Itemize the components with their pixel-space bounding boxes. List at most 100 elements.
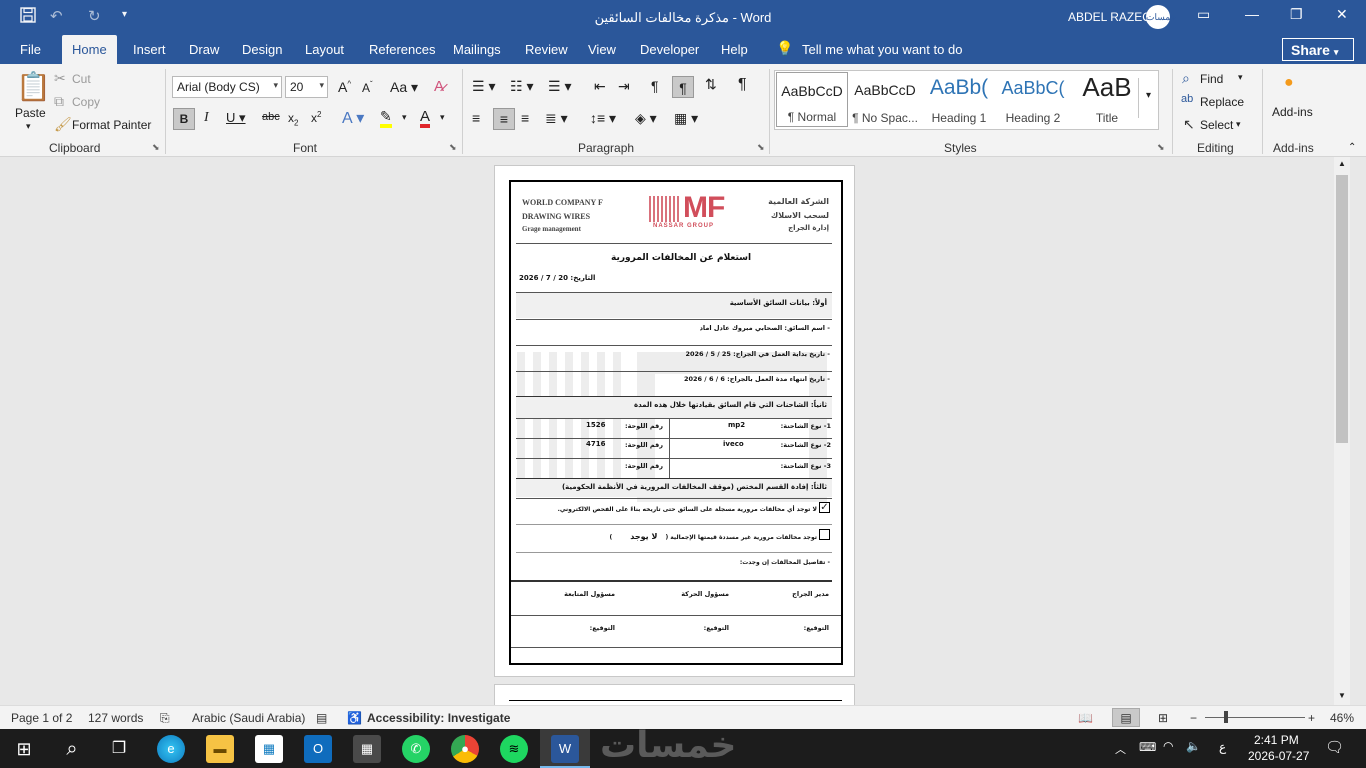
file-explorer-icon[interactable]: ▬ [206, 735, 234, 763]
section-3-title[interactable]: ثالثاً: إفادة القسم المختص (موقف المخالف… [562, 483, 827, 491]
signature-field[interactable]: التوقيع: [804, 624, 829, 632]
zoom-slider[interactable] [1205, 717, 1305, 718]
vertical-scrollbar[interactable]: ▲ ▼ [1334, 157, 1350, 705]
language[interactable]: Arabic (Saudi Arabia) [192, 711, 305, 725]
chevron-down-icon[interactable]: ▾ [440, 112, 445, 123]
font-launcher-icon[interactable]: ⬊ [449, 142, 457, 153]
sort-icon[interactable]: ⇅ [705, 76, 717, 93]
whatsapp-icon[interactable]: ✆ [402, 735, 430, 763]
tab-design[interactable]: Design [242, 42, 282, 57]
zoom-level[interactable]: 46% [1330, 711, 1354, 725]
tab-home[interactable]: Home [62, 35, 117, 64]
copy-button[interactable]: Copy [72, 95, 100, 109]
tab-mailings[interactable]: Mailings [453, 42, 501, 57]
read-mode-icon[interactable]: 📖 [1078, 711, 1093, 725]
clock-time[interactable]: 2:41 PM [1254, 733, 1299, 747]
styles-more-icon[interactable]: ▾ [1138, 78, 1158, 118]
paste-icon[interactable]: 📋 [16, 70, 51, 103]
chevron-down-icon[interactable]: ▾ [402, 112, 407, 123]
zoom-out-icon[interactable]: − [1190, 711, 1197, 725]
rtl-icon[interactable]: ¶ [672, 76, 694, 98]
style-title[interactable]: AaB Title [1071, 72, 1143, 127]
increase-indent-icon[interactable]: ⇥ [618, 78, 630, 95]
tab-developer[interactable]: Developer [640, 42, 699, 57]
tab-references[interactable]: References [369, 42, 435, 57]
chevron-down-icon[interactable]: ▾ [1238, 72, 1243, 83]
share-button[interactable]: Share ▾ [1282, 38, 1354, 61]
input-language[interactable]: ع [1219, 740, 1226, 754]
edge-icon[interactable]: e [157, 735, 185, 763]
ime-icon[interactable]: ⌨ [1139, 740, 1156, 754]
notifications-icon[interactable]: 🗨 [1325, 738, 1344, 756]
windows-start-icon[interactable]: ⊞ [10, 735, 38, 763]
scroll-down-icon[interactable]: ▼ [1338, 691, 1346, 700]
spotify-icon[interactable]: ≋ [500, 735, 528, 763]
close-icon[interactable]: ✕ [1336, 6, 1348, 23]
tab-draw[interactable]: Draw [189, 42, 219, 57]
shading-icon[interactable]: ◈ ▾ [635, 110, 657, 127]
font-name-combo[interactable]: Arial (Body CS) ▾ [172, 76, 282, 98]
underline-icon[interactable]: U ▾ [226, 110, 246, 126]
styles-launcher-icon[interactable]: ⬊ [1157, 142, 1165, 153]
bullets-icon[interactable]: ☰ ▾ [472, 78, 495, 95]
outlook-icon[interactable]: O [304, 735, 332, 763]
highlight-icon[interactable]: ✎ [380, 108, 392, 128]
font-color-icon[interactable]: A [420, 108, 431, 128]
tab-file[interactable]: File [20, 42, 41, 57]
page-2[interactable] [494, 684, 855, 705]
text-effects-icon[interactable]: A ▾ [342, 108, 364, 128]
avatar[interactable]: خمسات [1146, 5, 1176, 29]
document-heading[interactable]: استعلام عن المخالفات المرورية [611, 253, 751, 263]
section-1-title[interactable]: أولاً: بيانات السائق الأساسية [730, 299, 827, 307]
collapse-ribbon-icon[interactable]: ⌃ [1348, 142, 1356, 153]
borders-icon[interactable]: ▦ ▾ [674, 110, 698, 127]
replace-button[interactable]: Replace [1200, 95, 1244, 109]
restore-icon[interactable]: ❐ [1290, 6, 1303, 23]
scroll-up-icon[interactable]: ▲ [1338, 159, 1346, 168]
driver-name[interactable]: - اسم السائق: الصحابي مبروك عادل اماد [700, 324, 830, 332]
bold-icon[interactable]: B [173, 108, 195, 130]
chevron-down-icon[interactable]: ▾ [319, 80, 324, 91]
clipboard-launcher-icon[interactable]: ⬊ [152, 142, 160, 153]
task-view-icon[interactable]: ❐ [105, 735, 133, 763]
style-heading-1[interactable]: AaBb( Heading 1 [923, 72, 995, 127]
violation-details[interactable]: - تفاصيل المخالفات إن وجدت: [740, 559, 830, 566]
clock-date[interactable]: 2026-07-27 [1248, 749, 1309, 763]
tab-insert[interactable]: Insert [133, 42, 166, 57]
show-hidden-icons-icon[interactable]: ︿ [1115, 741, 1126, 757]
page[interactable]: WORLD COMPANY F DRAWING WIRES Grage mana… [494, 165, 855, 677]
tell-me-search[interactable]: Tell me what you want to do [802, 42, 962, 57]
chevron-down-icon[interactable]: ▾ [1236, 119, 1241, 130]
print-layout-icon[interactable]: ▤ [1112, 708, 1140, 727]
search-icon[interactable]: ⌕ [58, 735, 86, 763]
section-2-title[interactable]: ثانياً: الشاحنات التي قام السائق بقيادته… [634, 401, 827, 409]
ribbon-display-icon[interactable]: ▭ [1197, 6, 1210, 23]
style-heading-2[interactable]: AaBbC( Heading 2 [997, 72, 1069, 127]
web-layout-icon[interactable]: ⊞ [1158, 711, 1168, 725]
change-case-icon[interactable]: Aa ▾ [390, 79, 418, 96]
scrollbar-thumb[interactable] [1336, 175, 1348, 443]
word-count[interactable]: 127 words [88, 711, 143, 725]
date-line[interactable]: التاريخ: 20 / 7 / 2026 [519, 274, 595, 282]
justify-icon[interactable]: ≣ ▾ [545, 110, 568, 127]
align-left-icon[interactable]: ≡ [472, 110, 480, 126]
strikethrough-icon[interactable]: abc [262, 111, 280, 123]
volume-icon[interactable]: 🔈 [1186, 739, 1201, 753]
signature-field[interactable]: التوقيع: [704, 624, 729, 632]
clear-formatting-icon[interactable]: A̷ [434, 78, 444, 95]
numbering-icon[interactable]: ☷ ▾ [510, 78, 533, 95]
store-icon[interactable]: ▦ [255, 735, 283, 763]
option-violations-line[interactable]: توجد مخالفات مرورية غير مسددة قيمتها الإ… [610, 532, 817, 541]
checkbox-unchecked[interactable] [819, 529, 830, 540]
italic-icon[interactable]: I [204, 110, 209, 126]
show-marks-icon[interactable]: ¶ [738, 76, 747, 94]
tab-layout[interactable]: Layout [305, 42, 344, 57]
paragraph-launcher-icon[interactable]: ⬊ [757, 142, 765, 153]
superscript-icon[interactable]: x2 [311, 110, 321, 125]
accessibility-status[interactable]: Accessibility: Investigate [367, 711, 510, 725]
font-size-combo[interactable]: 20 ▾ [285, 76, 328, 98]
zoom-in-icon[interactable]: + [1308, 711, 1315, 725]
accessibility-icon[interactable]: ♿ [347, 711, 362, 725]
align-center-icon[interactable]: ≡ [493, 108, 515, 130]
tab-review[interactable]: Review [525, 42, 568, 57]
